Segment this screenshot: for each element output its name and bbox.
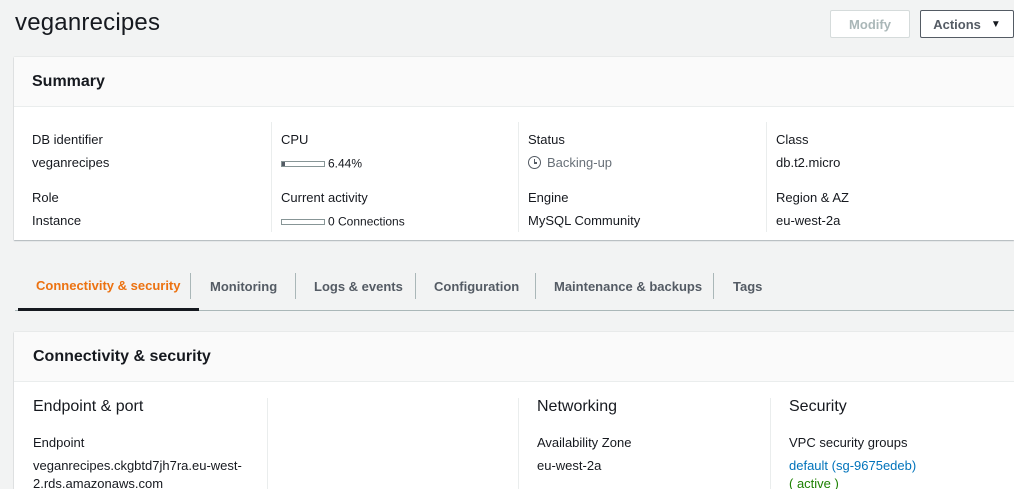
endpoint-label: Endpoint — [33, 435, 85, 450]
actions-button-label: Actions — [933, 16, 981, 32]
tab-maintenance-backups[interactable]: Maintenance & backups — [536, 263, 720, 310]
cpu-value: 6.44% — [328, 156, 363, 171]
vpc-security-groups-label: VPC security groups — [789, 435, 908, 450]
endpoint-port-heading: Endpoint & port — [33, 398, 144, 415]
class-label: Class — [776, 132, 809, 147]
tab-configuration[interactable]: Configuration — [416, 263, 537, 310]
connectivity-card: Connectivity & security Endpoint & port … — [14, 332, 1014, 489]
status-value-row: Backing-up — [528, 155, 612, 170]
connectivity-header: Connectivity & security — [14, 332, 1014, 382]
availability-zone-value: eu-west-2a — [537, 458, 602, 473]
endpoint-value-line2: 2.rds.amazonaws.com — [33, 476, 164, 489]
cpu-label: CPU — [281, 132, 309, 147]
empty-section — [267, 398, 518, 489]
tab-monitoring[interactable]: Monitoring — [192, 263, 295, 310]
status-value: Backing-up — [547, 155, 613, 170]
cpu-bar-fill — [282, 161, 285, 166]
region-value: eu-west-2a — [776, 213, 841, 228]
vpc-security-groups-value: default (sg-9675edeb) ( active ) — [789, 457, 916, 489]
clock-icon — [528, 156, 541, 169]
caret-down-icon: ▼ — [990, 18, 1001, 30]
summary-card: Summary DB identifier veganrecipes Role … — [14, 57, 1014, 240]
networking-heading: Networking — [537, 398, 618, 415]
tab-logs-events[interactable]: Logs & events — [296, 263, 421, 310]
security-group-status: ( active ) — [789, 476, 839, 489]
db-identifier-label: DB identifier — [32, 132, 103, 147]
activity-bar — [281, 218, 325, 225]
region-label: Region & AZ — [776, 190, 849, 205]
tab-divider — [190, 273, 191, 299]
engine-value: MySQL Community — [528, 213, 641, 228]
summary-header: Summary — [14, 57, 1014, 107]
status-label: Status — [528, 132, 565, 147]
actions-button[interactable]: Actions ▼ — [920, 10, 1014, 38]
endpoint-port-section: Endpoint & port Endpoint veganrecipes.ck… — [33, 398, 266, 489]
engine-label: Engine — [528, 190, 569, 205]
security-heading: Security — [789, 398, 847, 415]
summary-col-engine: Status Backing-up Engine MySQL Community — [518, 122, 766, 232]
tab-tags[interactable]: Tags — [715, 263, 780, 310]
current-activity-label: Current activity — [281, 190, 368, 205]
page-title: veganrecipes — [15, 9, 161, 36]
role-value: Instance — [32, 213, 82, 228]
summary-grid: DB identifier veganrecipes Role Instance… — [14, 108, 1014, 240]
tab-connectivity-security[interactable]: Connectivity & security — [18, 263, 199, 311]
cpu-meter: 6.44% — [281, 155, 362, 171]
class-value: db.t2.micro — [776, 155, 841, 170]
detail-tabs: Connectivity & security Monitoring Logs … — [15, 263, 1014, 311]
endpoint-value-line1: veganrecipes.ckgbtd7jh7ra.eu-west- — [33, 458, 242, 473]
activity-meter: 0 Connections — [281, 213, 405, 229]
role-label: Role — [32, 190, 59, 205]
networking-section: Networking Availability Zone eu-west-2a — [518, 398, 770, 489]
summary-col-class: Class db.t2.micro Region & AZ eu-west-2a — [766, 122, 1014, 232]
availability-zone-label: Availability Zone — [537, 435, 632, 450]
cpu-bar — [281, 160, 325, 167]
db-identifier-value: veganrecipes — [32, 155, 110, 170]
modify-button[interactable]: Modify — [830, 10, 910, 38]
current-activity-value: 0 Connections — [328, 214, 405, 229]
tab-divider — [713, 273, 714, 299]
security-group-link[interactable]: default (sg-9675edeb) — [789, 457, 916, 475]
summary-col-usage: CPU 6.44% Current activity 0 Connections — [271, 122, 518, 232]
summary-col-identity: DB identifier veganrecipes Role Instance — [14, 122, 271, 232]
security-section: Security VPC security groups default (sg… — [770, 398, 1014, 489]
endpoint-value[interactable]: veganrecipes.ckgbtd7jh7ra.eu-west- 2.rds… — [33, 457, 242, 489]
